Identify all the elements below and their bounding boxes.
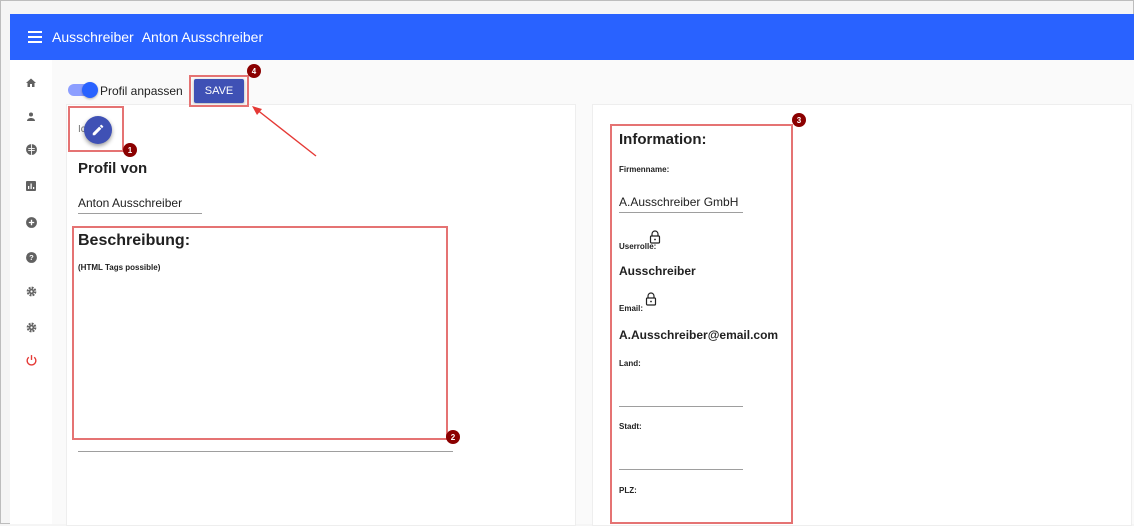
svg-text:?: ? xyxy=(29,253,34,262)
help-icon[interactable]: ? xyxy=(24,250,38,264)
annotation-badge-2: 2 xyxy=(446,430,460,444)
menu-icon[interactable] xyxy=(28,28,42,46)
description-underline xyxy=(78,451,453,452)
annotation-arrow xyxy=(252,106,317,157)
edit-profile-label: Profil anpassen xyxy=(100,84,183,98)
home-icon[interactable] xyxy=(24,76,38,90)
name-field-underline xyxy=(78,213,202,214)
add-circle-icon[interactable] xyxy=(24,215,38,229)
sidebar: ? xyxy=(10,60,53,524)
settings-icon[interactable] xyxy=(24,320,38,334)
annotation-badge-4: 4 xyxy=(247,64,261,78)
annotation-badge-3: 3 xyxy=(792,113,806,127)
settings-icon[interactable] xyxy=(24,284,38,298)
user-name: Anton Ausschreiber xyxy=(141,29,264,45)
bar-chart-icon[interactable] xyxy=(24,179,38,193)
app-bar: Ausschreiber Anton Ausschreiber xyxy=(10,14,1134,60)
annotation-box-2 xyxy=(72,226,448,440)
globe-icon[interactable] xyxy=(24,142,38,156)
annotation-badge-1: 1 xyxy=(123,143,137,157)
name-field[interactable]: Anton Ausschreiber xyxy=(78,196,182,210)
annotation-box-4 xyxy=(189,75,249,107)
profile-heading: Profil von xyxy=(78,160,148,177)
power-icon[interactable] xyxy=(24,353,38,367)
annotation-box-3 xyxy=(610,124,793,524)
edit-profile-toggle[interactable] xyxy=(68,82,98,98)
person-icon[interactable] xyxy=(24,110,38,124)
annotation-box-1 xyxy=(68,106,124,152)
app-title: Ausschreiber xyxy=(52,29,134,45)
